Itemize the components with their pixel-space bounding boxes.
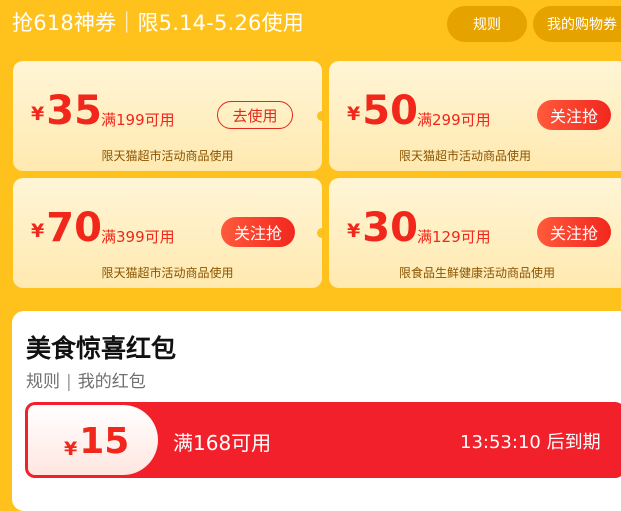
follow-grab-button[interactable]: 关注抢 — [221, 217, 295, 247]
coupon-main: ¥50 满299可用 关注抢 — [329, 61, 621, 143]
coupon-amount: ¥35 — [31, 91, 102, 131]
rules-button[interactable]: 规则 — [447, 6, 527, 42]
coupon-divider-dot — [317, 111, 327, 121]
redpack-condition: 满168可用 — [173, 431, 272, 455]
follow-grab-button[interactable]: 关注抢 — [537, 217, 611, 247]
coupon-card: ¥30 满129可用 关注抢 限食品生鲜健康活动商品使用 — [329, 178, 621, 288]
link-separator: | — [66, 372, 72, 392]
currency-symbol: ¥ — [31, 220, 45, 242]
coupon-condition: 满199可用 — [101, 111, 175, 129]
use-coupon-button[interactable]: 去使用 — [217, 101, 293, 129]
coupon-value: 70 — [46, 205, 102, 251]
coupon-main: ¥30 满129可用 关注抢 — [329, 178, 621, 260]
my-redpack-link[interactable]: 我的红包 — [78, 372, 146, 392]
redpack-amount-area: ¥15 — [28, 405, 158, 475]
coupon-amount: ¥70 — [31, 208, 102, 248]
rules-link[interactable]: 规则 — [26, 372, 60, 392]
section-title: 美食惊喜红包 — [26, 334, 177, 363]
redpack-value: 15 — [79, 421, 130, 462]
coupon-card: ¥50 满299可用 关注抢 限天猫超市活动商品使用 — [329, 61, 621, 171]
coupon-divider-dot — [317, 228, 327, 238]
coupon-value: 35 — [46, 88, 102, 134]
coupon-amount: ¥30 — [347, 208, 418, 248]
redpack-card[interactable]: ¥15 满168可用 13:53:10 后到期 — [25, 402, 621, 478]
coupon-condition: 满299可用 — [417, 111, 491, 129]
coupon-condition: 满129可用 — [417, 228, 491, 246]
my-coupons-button[interactable]: 我的购物券 — [533, 6, 621, 42]
coupon-scope: 限天猫超市活动商品使用 — [101, 266, 234, 280]
coupon-condition: 满399可用 — [101, 228, 175, 246]
currency-symbol: ¥ — [31, 103, 45, 125]
coupon-scope: 限天猫超市活动商品使用 — [399, 149, 532, 163]
coupon-card: ¥70 满399可用 关注抢 限天猫超市活动商品使用 — [13, 178, 322, 288]
coupon-value: 50 — [362, 88, 418, 134]
expiry-countdown: 13:53:10 后到期 — [460, 432, 601, 453]
coupon-scope: 限食品生鲜健康活动商品使用 — [399, 266, 556, 280]
coupon-value: 30 — [362, 205, 418, 251]
section-links: 规则 | 我的红包 — [26, 367, 146, 392]
coupon-amount: ¥50 — [347, 91, 418, 131]
coupon-scope: 限天猫超市活动商品使用 — [101, 149, 234, 163]
promo-title: 抢618神券｜限5.14-5.26使用 — [12, 11, 304, 35]
currency-symbol: ¥ — [64, 438, 78, 460]
currency-symbol: ¥ — [347, 103, 361, 125]
coupon-card: ¥35 满199可用 去使用 限天猫超市活动商品使用 — [13, 61, 322, 171]
redpack-amount: ¥15 — [64, 421, 129, 462]
coupon-main: ¥70 满399可用 关注抢 — [13, 178, 322, 260]
coupon-main: ¥35 满199可用 去使用 — [13, 61, 322, 143]
currency-symbol: ¥ — [347, 220, 361, 242]
food-redpack-panel: 美食惊喜红包 规则 | 我的红包 ¥15 满168可用 13:53:10 后到期 — [12, 311, 621, 511]
page-header: 抢618神券｜限5.14-5.26使用 规则 我的购物券 — [0, 0, 621, 50]
follow-grab-button[interactable]: 关注抢 — [537, 100, 611, 130]
